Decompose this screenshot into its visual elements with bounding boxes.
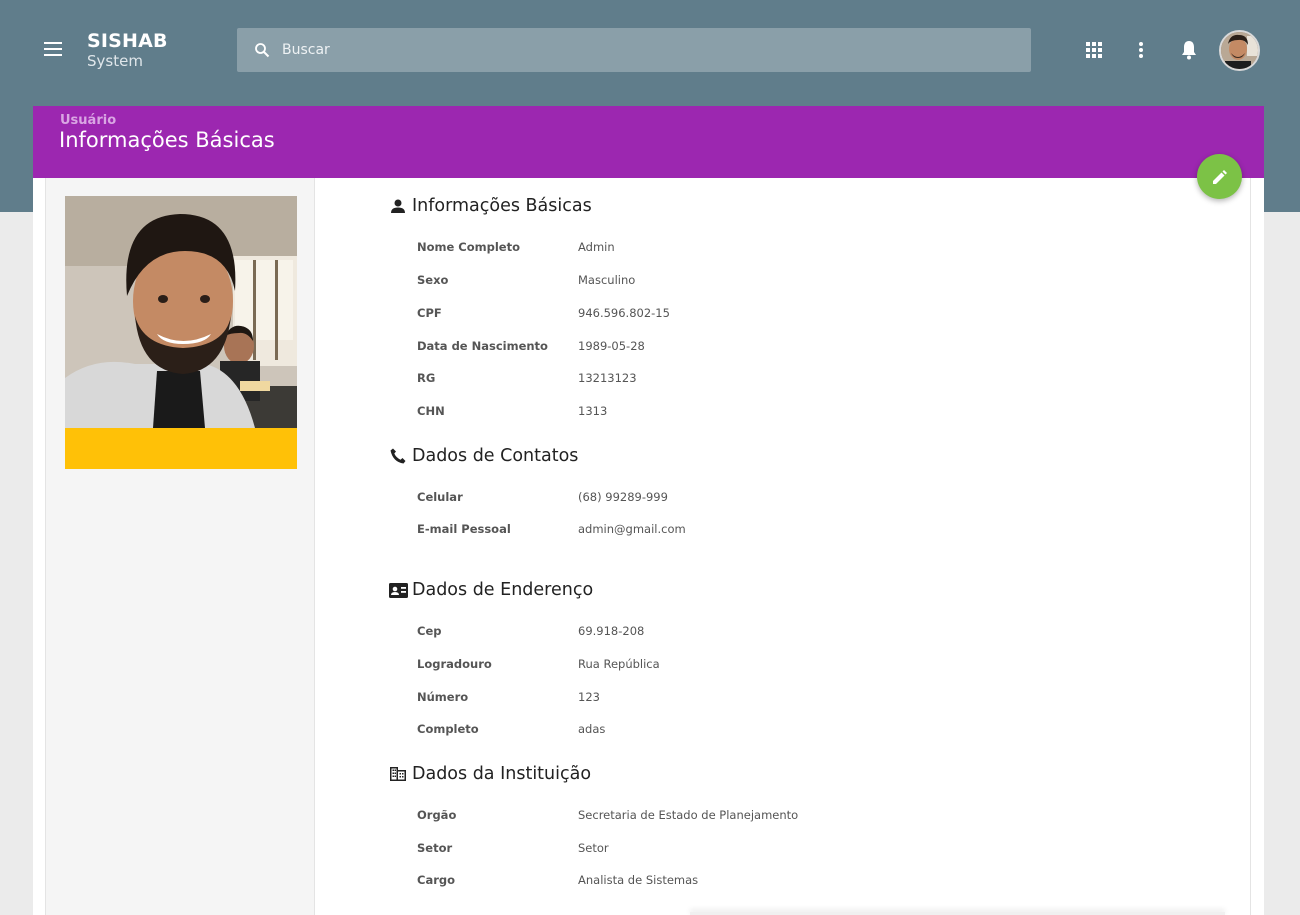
breadcrumb[interactable]: Usuário — [60, 113, 116, 128]
section-institution-label: Dados da Instituição — [412, 764, 592, 784]
field-value: 69.918-208 — [578, 624, 645, 638]
app-name: SISHAB — [87, 30, 168, 52]
field-value: Secretaria de Estado de Planejamento — [578, 808, 799, 822]
field-label: Setor — [417, 841, 453, 855]
field-label: Nome Completo — [417, 240, 521, 254]
apps-grid-icon[interactable] — [1082, 38, 1106, 62]
section-basic-title: Informações Básicas — [388, 196, 592, 216]
phone-icon — [388, 446, 408, 466]
field-label: Data de Nascimento — [417, 339, 548, 353]
field-label: Logradouro — [417, 657, 492, 671]
field-label: Orgão — [417, 808, 457, 822]
field-value: Analista de Sistemas — [578, 873, 699, 887]
section-institution-title: Dados da Instituição — [388, 764, 591, 784]
person-icon — [388, 196, 408, 216]
section-basic-label: Informações Básicas — [412, 196, 592, 216]
field-value: 13213123 — [578, 371, 637, 385]
field-label: CPF — [417, 306, 442, 320]
profile-card-inner — [45, 178, 1251, 915]
field-value: 123 — [578, 690, 600, 704]
contact-card-icon — [388, 580, 408, 600]
app-toolbar: SISHAB System — [0, 0, 1300, 100]
field-value: Masculino — [578, 273, 636, 287]
field-value: 1313 — [578, 404, 608, 418]
app-subtitle: System — [87, 52, 143, 70]
field-label: Sexo — [417, 273, 449, 287]
user-avatar[interactable] — [1219, 30, 1260, 71]
field-label: CHN — [417, 404, 445, 418]
more-vert-icon[interactable] — [1129, 38, 1153, 62]
field-value: 946.596.802-15 — [578, 306, 670, 320]
field-label: Celular — [417, 490, 463, 504]
field-label: RG — [417, 371, 436, 385]
photo-caption-bar — [65, 428, 297, 469]
edit-button[interactable] — [1197, 154, 1242, 199]
profile-card — [33, 178, 1264, 915]
profile-photo[interactable] — [65, 196, 297, 428]
section-contacts-title: Dados de Contatos — [388, 446, 578, 466]
field-value: Setor — [578, 841, 609, 855]
field-label: E-mail Pessoal — [417, 522, 511, 536]
field-value: adas — [578, 722, 606, 736]
menu-icon[interactable] — [38, 34, 68, 64]
card-header: Usuário Informações Básicas — [33, 106, 1264, 178]
field-value: Rua República — [578, 657, 660, 671]
field-label: Número — [417, 690, 469, 704]
field-value: 1989-05-28 — [578, 339, 645, 353]
search-icon — [254, 42, 270, 58]
section-contacts-label: Dados de Contatos — [412, 446, 579, 466]
app-brand[interactable]: SISHAB System — [87, 31, 168, 71]
field-label: Cep — [417, 624, 442, 638]
section-address-label: Dados de Enderenço — [412, 580, 594, 600]
page-title: Informações Básicas — [59, 128, 275, 152]
field-label: Completo — [417, 722, 479, 736]
notifications-icon[interactable] — [1177, 38, 1201, 62]
field-value: (68) 99289-999 — [578, 490, 668, 504]
field-label: Cargo — [417, 873, 456, 887]
search-bar[interactable] — [237, 28, 1031, 72]
edit-icon — [1212, 169, 1228, 185]
profile-sidebar — [46, 178, 315, 915]
field-value: Admin — [578, 240, 615, 254]
building-icon — [388, 764, 408, 784]
search-input[interactable] — [282, 42, 982, 58]
section-address-title: Dados de Enderenço — [388, 580, 593, 600]
field-value: admin@gmail.com — [578, 522, 686, 536]
